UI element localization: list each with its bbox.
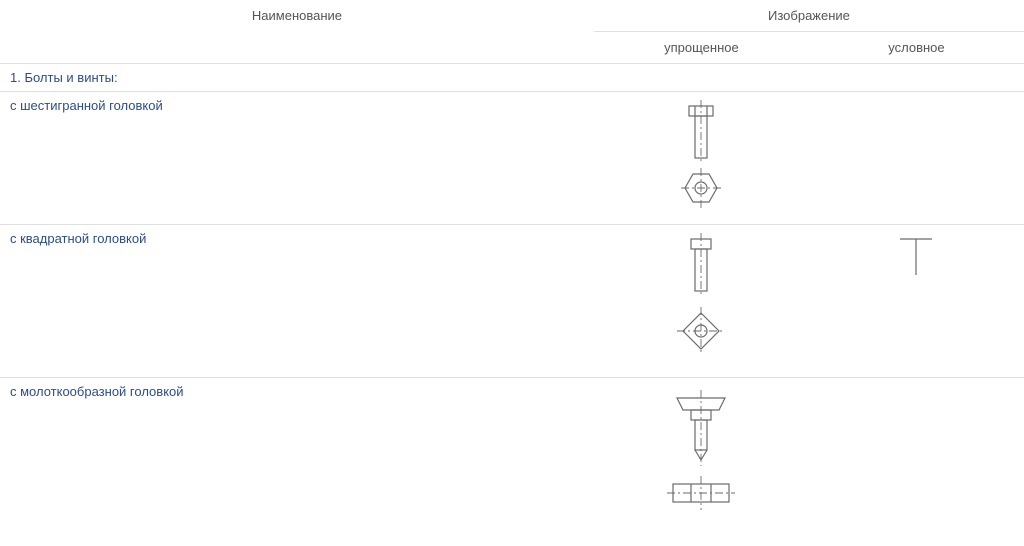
bolt-square-icon bbox=[671, 231, 731, 371]
table-row: с шестигранной головкой bbox=[0, 92, 1024, 225]
row-name: с квадратной головкой bbox=[0, 225, 594, 378]
fastener-table: Наименование Изображение упрощенное усло… bbox=[0, 0, 1024, 520]
cell-simplified bbox=[594, 225, 809, 378]
cell-conventional bbox=[809, 92, 1024, 225]
header-image: Изображение bbox=[594, 0, 1024, 32]
bolt-hammer-icon bbox=[661, 384, 741, 514]
section-title: 1. Болты и винты: bbox=[0, 64, 1024, 92]
row-name: с молоткообразной головкой bbox=[0, 378, 594, 521]
header-simplified: упрощенное bbox=[594, 32, 809, 64]
cell-conventional bbox=[809, 378, 1024, 521]
bolt-hex-icon bbox=[671, 98, 731, 218]
tee-icon bbox=[896, 231, 936, 281]
section-row: 1. Болты и винты: bbox=[0, 64, 1024, 92]
cell-simplified bbox=[594, 92, 809, 225]
header-name: Наименование bbox=[0, 0, 594, 64]
table-row: с молоткообразной головкой bbox=[0, 378, 1024, 521]
header-row-1: Наименование Изображение bbox=[0, 0, 1024, 32]
row-name: с шестигранной головкой bbox=[0, 92, 594, 225]
table-row: с квадратной головкой bbox=[0, 225, 1024, 378]
cell-conventional bbox=[809, 225, 1024, 378]
cell-simplified bbox=[594, 378, 809, 521]
header-conventional: условное bbox=[809, 32, 1024, 64]
